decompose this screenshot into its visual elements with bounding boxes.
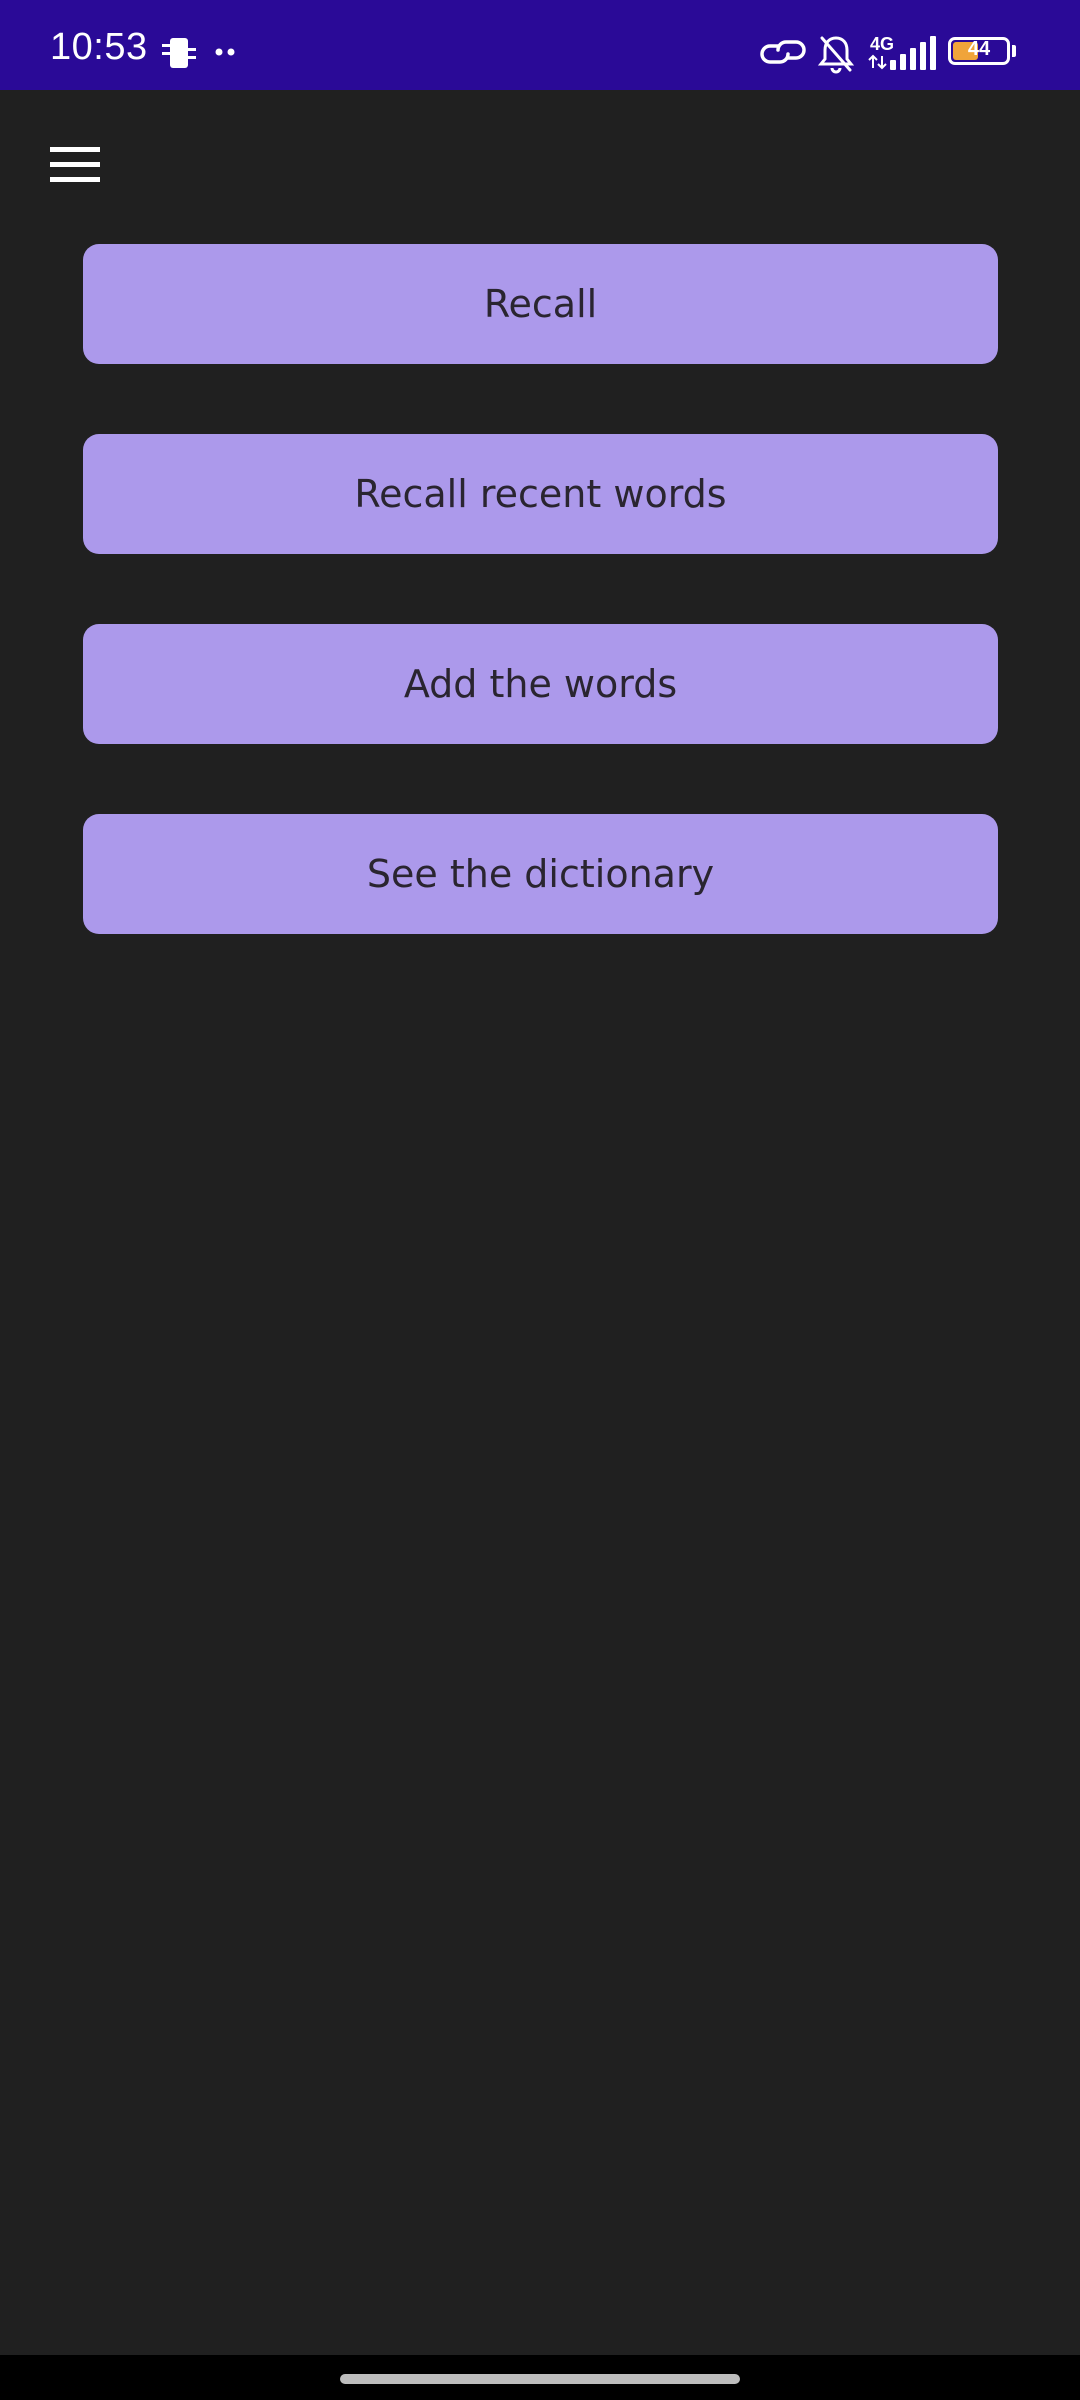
phone-transfer-icon [162,38,196,68]
status-time: 10:53 [50,26,148,68]
see-the-dictionary-button[interactable]: See the dictionary [83,814,998,934]
recall-recent-words-button[interactable]: Recall recent words [83,434,998,554]
battery-icon: 44 [948,37,1010,65]
more-dots-icon [215,48,235,56]
menu-line [50,147,100,152]
system-navigation-bar [0,2355,1080,2400]
add-the-words-button[interactable]: Add the words [83,624,998,744]
signal-icon [890,36,936,70]
bell-off-icon [817,36,855,74]
data-arrows-icon [868,54,887,70]
battery-level: 44 [967,38,991,60]
battery-nub [1012,45,1016,57]
status-bar: 10:53 4G 44 [0,0,1080,90]
home-indicator[interactable] [340,2374,740,2384]
link-icon [760,40,806,64]
app-screen: 10:53 4G 44 Recall Recall recent words A… [0,0,1080,2400]
recall-button[interactable]: Recall [83,244,998,364]
menu-line [50,177,100,182]
hamburger-menu-icon[interactable] [48,142,104,188]
menu-line [50,162,100,167]
